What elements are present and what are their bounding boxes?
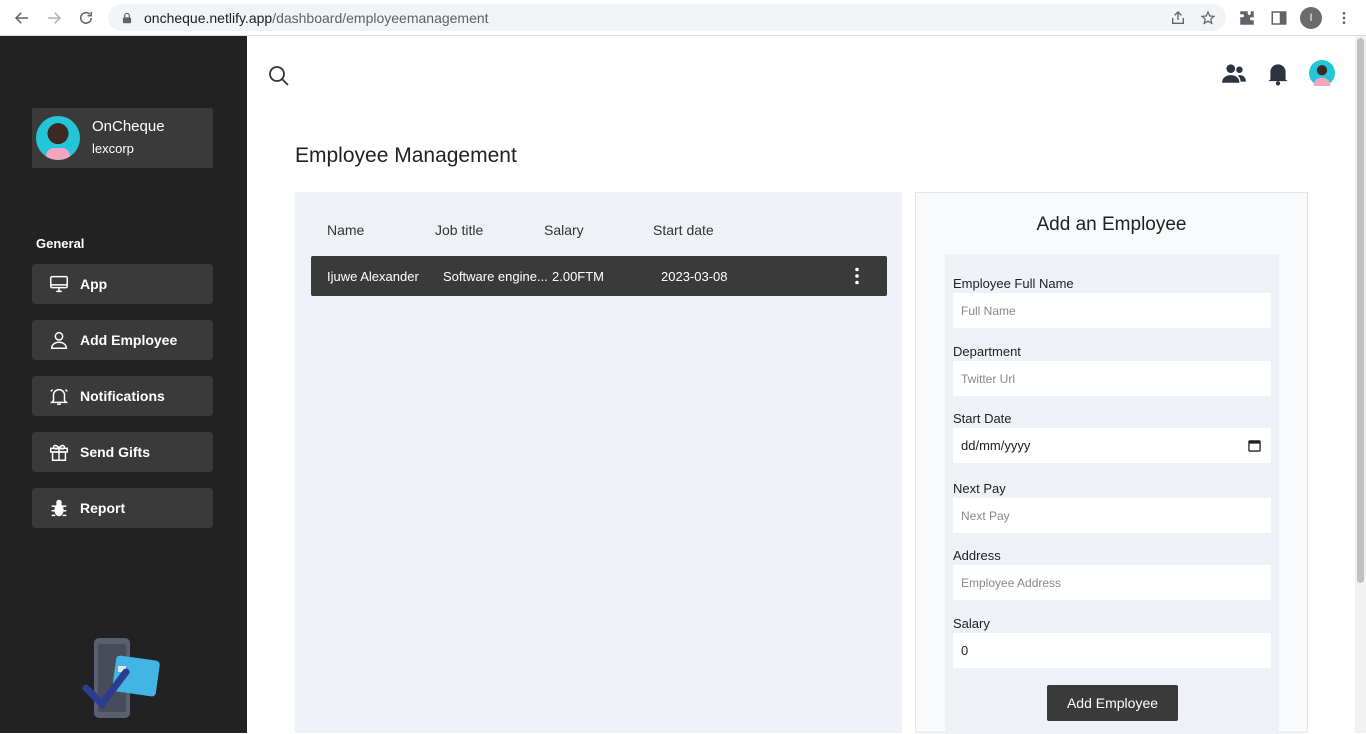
user-name: OnCheque [92, 118, 165, 135]
side-panel-button[interactable] [1270, 4, 1288, 31]
url-path: /dashboard/employeemanagement [272, 9, 489, 26]
extensions-button[interactable] [1238, 4, 1256, 31]
cell-start-date: 2023-03-08 [661, 268, 728, 284]
star-icon[interactable] [1200, 10, 1216, 26]
cell-name: Ijuwe Alexander [327, 268, 419, 284]
sidebar-item-label: Report [80, 500, 126, 516]
sidebar-item-report[interactable]: Report [32, 488, 213, 528]
profile-avatar: I [1300, 6, 1322, 29]
sidebar-item-send-gifts[interactable]: Send Gifts [32, 432, 213, 472]
avatar[interactable] [1309, 60, 1335, 86]
arrow-left-icon [14, 11, 28, 24]
scrollbar-thumb[interactable] [1357, 38, 1364, 583]
calendar-icon[interactable] [1248, 439, 1261, 452]
salary-input[interactable]: 0 [953, 633, 1271, 668]
sidebar-menu: App Add Employee Notifications Send Gift… [32, 264, 213, 544]
phone-card-illustration [82, 638, 160, 718]
header-actions [1221, 60, 1335, 86]
start-date-input[interactable]: dd/mm/yyyy [953, 428, 1271, 463]
kebab-menu-icon [1342, 11, 1346, 24]
table-header: Name Job title Salary Start date [327, 222, 753, 238]
scrollbar[interactable] [1355, 36, 1366, 733]
add-employee-button[interactable]: Add Employee [1047, 685, 1178, 721]
user-org: lexcorp [92, 141, 134, 156]
reload-button[interactable] [70, 2, 102, 34]
row-menu-icon[interactable] [847, 266, 867, 286]
puzzle-icon [1240, 10, 1254, 25]
back-button[interactable] [6, 2, 38, 34]
sidebar-item-app[interactable]: App [32, 264, 213, 304]
forward-button[interactable] [38, 2, 70, 34]
reload-icon [80, 11, 92, 24]
bell-icon [49, 388, 69, 405]
monitor-icon [50, 275, 68, 293]
gift-icon [50, 444, 68, 461]
column-header-salary: Salary [544, 222, 584, 238]
address-label: Address [953, 548, 1001, 563]
user-icon [50, 331, 68, 349]
search-icon[interactable] [267, 64, 291, 88]
sidebar-item-label: Send Gifts [80, 444, 151, 460]
avatar [36, 116, 80, 160]
add-employee-panel: Add an Employee Employee Full Name Full … [915, 192, 1308, 734]
table-row[interactable]: Ijuwe Alexander Software engine... 2.00F… [311, 256, 887, 296]
address-bar[interactable]: oncheque.netlify.app/dashboard/employeem… [108, 4, 1226, 31]
next-pay-label: Next Pay [953, 481, 1006, 496]
bug-icon [51, 499, 67, 517]
full-name-input[interactable]: Full Name [953, 293, 1271, 328]
form-title: Add an Employee [1036, 214, 1187, 235]
column-header-job-title: Job title [435, 222, 484, 238]
salary-label: Salary [953, 616, 990, 631]
sidebar-item-add-employee[interactable]: Add Employee [32, 320, 213, 360]
main-content: Employee Management Name Job title Salar… [247, 36, 1355, 734]
bell-icon[interactable] [1265, 60, 1291, 86]
browser-menu-button[interactable] [1336, 4, 1352, 31]
users-icon[interactable] [1221, 60, 1247, 86]
user-card[interactable]: OnCheque lexcorp [32, 108, 213, 168]
address-input[interactable]: Employee Address [953, 565, 1271, 600]
column-header-name: Name [327, 222, 365, 238]
sidebar: OnCheque lexcorp General App Add Employe… [0, 36, 247, 733]
page-title: Employee Management [295, 144, 517, 167]
sidebar-item-notifications[interactable]: Notifications [32, 376, 213, 416]
department-input[interactable]: Twitter Url [953, 361, 1271, 396]
column-header-start-date: Start date [653, 222, 714, 238]
sidebar-item-label: Notifications [80, 388, 165, 404]
side-panel-icon [1271, 10, 1287, 25]
browser-toolbar: oncheque.netlify.app/dashboard/employeem… [0, 0, 1366, 36]
lock-icon [122, 12, 132, 23]
url-host: oncheque.netlify.app [144, 9, 273, 26]
add-employee-form: Employee Full Name Full Name Department … [945, 254, 1279, 734]
employee-table-panel: Name Job title Salary Start date Ijuwe A… [295, 192, 902, 733]
cell-job-title: Software engine... [443, 268, 548, 284]
department-label: Department [953, 344, 1021, 359]
sidebar-item-label: Add Employee [80, 332, 178, 348]
next-pay-input[interactable]: Next Pay [953, 498, 1271, 533]
start-date-placeholder: dd/mm/yyyy [961, 438, 1031, 453]
cell-salary: 2.00FTM [552, 268, 605, 284]
share-icon[interactable] [1170, 10, 1186, 26]
sidebar-item-label: App [80, 276, 108, 292]
arrow-right-icon [48, 11, 62, 24]
profile-button[interactable]: I [1300, 4, 1322, 31]
section-label-general: General [36, 236, 85, 251]
start-date-label: Start Date [953, 411, 1012, 426]
full-name-label: Employee Full Name [953, 276, 1074, 291]
